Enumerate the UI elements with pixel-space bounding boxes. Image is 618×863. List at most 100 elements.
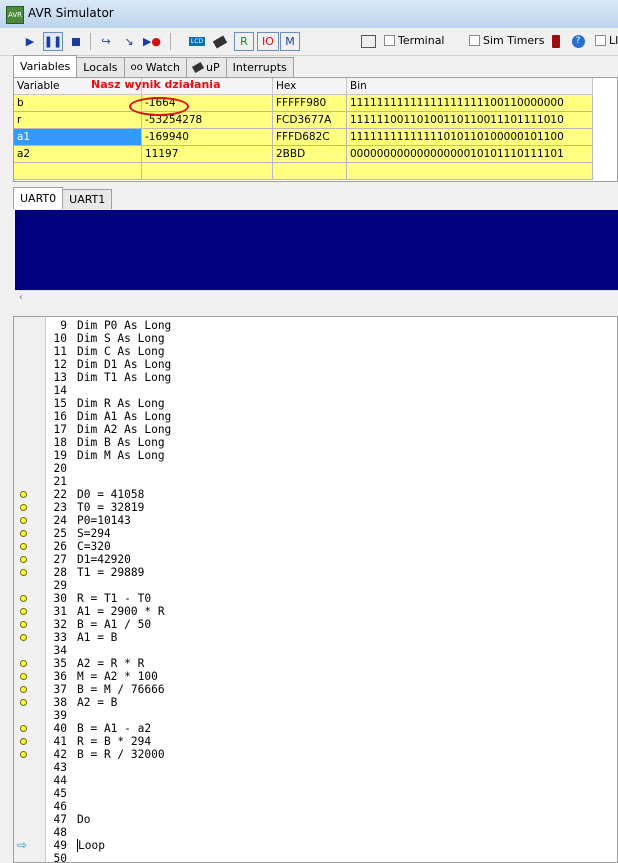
step-into-button[interactable]: ↘ [119, 32, 139, 51]
breakpoint-dot-icon[interactable] [20, 725, 27, 732]
bin-cell[interactable]: 11111100110100110110011101111010 [347, 112, 593, 129]
code-text[interactable]: S=294 [77, 527, 111, 540]
hex-cell[interactable]: 2BBD [273, 146, 347, 163]
breakpoint-dot-icon[interactable] [20, 660, 27, 667]
code-line[interactable]: 29 [14, 579, 617, 592]
code-text[interactable]: Dim T1 As Long [77, 371, 171, 384]
code-line[interactable]: 46 [14, 800, 617, 813]
code-line[interactable]: 31 A1 = 2900 * R [14, 605, 617, 618]
lcd-button[interactable]: LCD [186, 32, 208, 51]
code-line[interactable]: 20 [14, 462, 617, 475]
breakpoint-dot-icon[interactable] [20, 621, 27, 628]
code-line[interactable]: ⇨ 49 Loop [14, 839, 617, 852]
tab-watch[interactable]: oo Watch [123, 57, 188, 77]
uart-terminal-screen[interactable] [15, 210, 618, 290]
pause-button[interactable]: ❚❚ [43, 32, 63, 51]
code-text[interactable]: A2 = R * R [77, 657, 144, 670]
code-line[interactable]: 12 Dim D1 As Long [14, 358, 617, 371]
code-line[interactable]: 15 Dim R As Long [14, 397, 617, 410]
code-text[interactable]: B = M / 76666 [77, 683, 165, 696]
value-cell[interactable]: 11197 [142, 146, 273, 163]
variable-name-cell[interactable]: a1 [14, 129, 142, 146]
code-text[interactable]: T1 = 29889 [77, 566, 144, 579]
code-line[interactable]: 41 R = B * 294 [14, 735, 617, 748]
variable-name-cell[interactable]: b [14, 95, 142, 112]
code-text[interactable]: A2 = B [77, 696, 117, 709]
code-text[interactable]: Dim P0 As Long [77, 319, 171, 332]
column-header-bin[interactable]: Bin [347, 78, 593, 95]
memory-button[interactable]: M [280, 32, 300, 51]
breakpoint-dot-icon[interactable] [20, 608, 27, 615]
empty-cell[interactable] [273, 163, 347, 180]
code-text[interactable]: B = R / 32000 [77, 748, 165, 761]
bin-cell[interactable]: 00000000000000000010101110111101 [347, 146, 593, 163]
code-line[interactable]: 42 B = R / 32000 [14, 748, 617, 761]
table-row[interactable]: a2 11197 2BBD 00000000000000000010101110… [14, 146, 593, 163]
breakpoint-dot-icon[interactable] [20, 686, 27, 693]
code-line[interactable]: 26 C=320 [14, 540, 617, 553]
code-line[interactable]: 38 A2 = B [14, 696, 617, 709]
sim-timers-checkbox[interactable]: Sim Timers [469, 34, 544, 47]
code-line[interactable]: 39 [14, 709, 617, 722]
scroll-left-arrow-icon[interactable]: ‹ [19, 292, 23, 303]
code-line[interactable]: 35 A2 = R * R [14, 657, 617, 670]
code-line[interactable]: 18 Dim B As Long [14, 436, 617, 449]
code-line[interactable]: 23 T0 = 32819 [14, 501, 617, 514]
breakpoint-dot-icon[interactable] [20, 491, 27, 498]
code-text[interactable]: B = A1 - a2 [77, 722, 151, 735]
code-line[interactable]: 9 Dim P0 As Long [14, 319, 617, 332]
code-line[interactable]: 48 [14, 826, 617, 839]
code-line[interactable]: 13 Dim T1 As Long [14, 371, 617, 384]
table-row[interactable]: r -53254278 FCD3677A 1111110011010011011… [14, 112, 593, 129]
breakpoint-dot-icon[interactable] [20, 517, 27, 524]
table-row[interactable]: b -1664 FFFFF980 11111111111111111111100… [14, 95, 593, 112]
value-cell[interactable]: -169940 [142, 129, 273, 146]
code-line[interactable]: 24 P0=10143 [14, 514, 617, 527]
bin-cell[interactable]: 11111111111111111111100110000000 [347, 95, 593, 112]
code-line[interactable]: 43 [14, 761, 617, 774]
code-text[interactable]: A1 = B [77, 631, 117, 644]
breakpoint-dot-icon[interactable] [20, 504, 27, 511]
code-line[interactable]: 21 [14, 475, 617, 488]
registers-button[interactable]: R [234, 32, 254, 51]
bin-cell[interactable]: 11111111111111010110100000101100 [347, 129, 593, 146]
breakpoint-dot-icon[interactable] [20, 543, 27, 550]
variable-name-cell[interactable]: a2 [14, 146, 142, 163]
tab-locals[interactable]: Locals [76, 57, 125, 77]
tab-uart0[interactable]: UART0 [13, 187, 64, 209]
tab-up[interactable]: uP [186, 57, 227, 77]
table-row-selected[interactable]: a1 -169940 FFFD682C 11111111111111010110… [14, 129, 593, 146]
code-text[interactable]: B = A1 / 50 [77, 618, 151, 631]
breakpoint-dot-icon[interactable] [20, 530, 27, 537]
code-line[interactable]: 45 [14, 787, 617, 800]
breakpoint-dot-icon[interactable] [20, 751, 27, 758]
code-line[interactable]: 40 B = A1 - a2 [14, 722, 617, 735]
code-line[interactable]: 47 Do [14, 813, 617, 826]
code-text[interactable]: Dim S As Long [77, 332, 165, 345]
code-text[interactable]: A1 = 2900 * R [77, 605, 165, 618]
tab-interrupts[interactable]: Interrupts [225, 57, 294, 77]
code-text[interactable]: Dim C As Long [77, 345, 165, 358]
lcd-checkbox[interactable]: LI [595, 34, 618, 47]
code-text[interactable]: R = T1 - T0 [77, 592, 151, 605]
table-row-empty[interactable] [14, 163, 593, 180]
code-line[interactable]: 28 T1 = 29889 [14, 566, 617, 579]
code-text[interactable]: T0 = 32819 [77, 501, 144, 514]
breakpoint-dot-icon[interactable] [20, 673, 27, 680]
column-header-hex[interactable]: Hex [273, 78, 347, 95]
empty-cell[interactable] [142, 163, 273, 180]
code-line[interactable]: 44 [14, 774, 617, 787]
code-line[interactable]: 17 Dim A2 As Long [14, 423, 617, 436]
horizontal-scrollbar[interactable]: ‹ [15, 290, 618, 307]
breakpoint-dot-icon[interactable] [20, 556, 27, 563]
code-line[interactable]: 30 R = T1 - T0 [14, 592, 617, 605]
variable-name-cell[interactable]: r [14, 112, 142, 129]
code-line[interactable]: 14 [14, 384, 617, 397]
code-line[interactable]: 27 D1=42920 [14, 553, 617, 566]
code-text[interactable]: Dim R As Long [77, 397, 165, 410]
code-line[interactable]: 10 Dim S As Long [14, 332, 617, 345]
hex-cell[interactable]: FFFD682C [273, 129, 347, 146]
code-line[interactable]: 50 [14, 852, 617, 862]
terminal-checkbox[interactable]: Terminal [384, 34, 445, 47]
code-text[interactable]: D0 = 41058 [77, 488, 144, 501]
